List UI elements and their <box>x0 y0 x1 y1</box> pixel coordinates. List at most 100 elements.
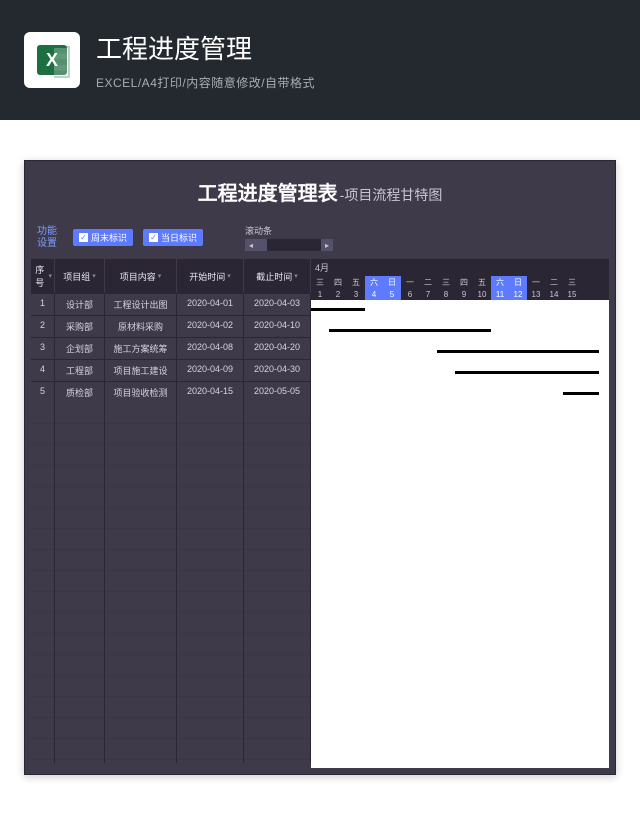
page-header: X 工程进度管理 EXCEL/A4打印/内容随意修改/自带格式 <box>0 0 640 120</box>
scroll-group: 滚动条 ◂ ▸ <box>245 224 333 251</box>
day-cell: 13 <box>527 289 545 300</box>
day-cell: 11 <box>491 289 509 300</box>
cell-start: 2020-04-09 <box>177 360 244 381</box>
controls-row: 功能 设置 ✓周末标识 ✓当日标识 滚动条 ◂ ▸ <box>31 220 609 259</box>
cell-team: 工程部 <box>55 360 105 381</box>
cell-team: 设计部 <box>55 294 105 315</box>
task-table: 序号▾ 项目组▾ 项目内容▾ 开始时间▾ 截止时间▾ 1设计部工程设计出图202… <box>31 259 311 768</box>
cell-start: 2020-04-02 <box>177 316 244 337</box>
dow-cell: 一 <box>527 276 545 289</box>
cell-team: 采购部 <box>55 316 105 337</box>
dow-cell: 一 <box>401 276 419 289</box>
day-cell: 4 <box>365 289 383 300</box>
table-row[interactable]: 1设计部工程设计出图2020-04-012020-04-03 <box>31 293 311 315</box>
cell-content: 项目施工建设 <box>105 360 177 381</box>
cell-end: 2020-05-05 <box>244 382 311 403</box>
dropdown-icon: ▾ <box>158 272 162 280</box>
dropdown-icon: ▾ <box>92 272 96 280</box>
scroll-thumb[interactable] <box>257 239 267 251</box>
col-team[interactable]: 项目组▾ <box>55 259 105 293</box>
dow-cell: 四 <box>455 276 473 289</box>
horizontal-scrollbar[interactable]: ◂ ▸ <box>245 239 333 251</box>
today-marker-label: 当日标识 <box>161 231 197 244</box>
day-cell: 9 <box>455 289 473 300</box>
cell-team: 企划部 <box>55 338 105 359</box>
dropdown-icon: ▾ <box>48 272 52 280</box>
dow-cell: 四 <box>329 276 347 289</box>
col-seq[interactable]: 序号▾ <box>31 259 55 293</box>
spreadsheet: 工程进度管理表-项目流程甘特图 功能 设置 ✓周末标识 ✓当日标识 滚动条 ◂ … <box>24 160 616 775</box>
gantt-chart: 4月 三四五六日一二三四五六日一二三 123456789101112131415 <box>311 259 609 768</box>
cell-start: 2020-04-15 <box>177 382 244 403</box>
scroll-left-icon[interactable]: ◂ <box>245 239 257 251</box>
dow-cell: 三 <box>563 276 581 289</box>
scroll-right-icon[interactable]: ▸ <box>321 239 333 251</box>
table-row[interactable]: 5质检部项目验收检测2020-04-152020-05-05 <box>31 381 311 403</box>
page-subtitle: EXCEL/A4打印/内容随意修改/自带格式 <box>96 74 315 91</box>
cell-end: 2020-04-30 <box>244 360 311 381</box>
day-of-week-row: 三四五六日一二三四五六日一二三 <box>311 276 609 289</box>
cell-content: 施工方案统筹 <box>105 338 177 359</box>
gantt-bar <box>437 350 599 353</box>
col-end[interactable]: 截止时间▾ <box>244 259 311 293</box>
day-cell: 7 <box>419 289 437 300</box>
today-marker-checkbox[interactable]: ✓当日标识 <box>143 229 203 246</box>
col-content[interactable]: 项目内容▾ <box>105 259 177 293</box>
cell-seq: 5 <box>31 382 55 403</box>
table-row[interactable]: 2采购部原材料采购2020-04-022020-04-10 <box>31 315 311 337</box>
cell-content: 原材料采购 <box>105 316 177 337</box>
day-cell: 10 <box>473 289 491 300</box>
gantt-bar <box>311 308 365 311</box>
sheet-title-row: 工程进度管理表-项目流程甘特图 <box>31 167 609 220</box>
month-label: 4月 <box>311 259 609 276</box>
day-cell: 8 <box>437 289 455 300</box>
table-row[interactable]: 4工程部项目施工建设2020-04-092020-04-30 <box>31 359 311 381</box>
dow-cell: 三 <box>437 276 455 289</box>
cell-start: 2020-04-08 <box>177 338 244 359</box>
day-number-row: 123456789101112131415 <box>311 289 609 300</box>
day-cell: 14 <box>545 289 563 300</box>
cell-team: 质检部 <box>55 382 105 403</box>
dropdown-icon: ▾ <box>294 272 298 280</box>
cell-end: 2020-04-03 <box>244 294 311 315</box>
dow-cell: 二 <box>545 276 563 289</box>
cell-end: 2020-04-10 <box>244 316 311 337</box>
scrollbar-label: 滚动条 <box>245 224 333 237</box>
dow-cell: 二 <box>419 276 437 289</box>
dow-cell: 六 <box>365 276 383 289</box>
dropdown-icon: ▾ <box>227 272 231 280</box>
cell-content: 项目验收检测 <box>105 382 177 403</box>
col-start[interactable]: 开始时间▾ <box>177 259 244 293</box>
dow-cell: 五 <box>473 276 491 289</box>
table-row[interactable]: 3企划部施工方案统筹2020-04-082020-04-20 <box>31 337 311 359</box>
cell-end: 2020-04-20 <box>244 338 311 359</box>
dow-cell: 三 <box>311 276 329 289</box>
gantt-bar <box>563 392 599 395</box>
preview-area: 工程进度管理表-项目流程甘特图 功能 设置 ✓周末标识 ✓当日标识 滚动条 ◂ … <box>0 120 640 815</box>
day-cell: 15 <box>563 289 581 300</box>
gantt-body <box>311 300 609 768</box>
gantt-bar <box>455 371 599 374</box>
weekend-marker-label: 周末标识 <box>91 231 127 244</box>
day-cell: 1 <box>311 289 329 300</box>
dow-cell: 日 <box>509 276 527 289</box>
day-cell: 6 <box>401 289 419 300</box>
weekend-marker-checkbox[interactable]: ✓周末标识 <box>73 229 133 246</box>
cell-start: 2020-04-01 <box>177 294 244 315</box>
cell-content: 工程设计出图 <box>105 294 177 315</box>
excel-icon: X <box>24 32 80 88</box>
dow-cell: 六 <box>491 276 509 289</box>
sheet-title: 工程进度管理表 <box>198 183 338 205</box>
day-cell: 5 <box>383 289 401 300</box>
dow-cell: 日 <box>383 276 401 289</box>
cell-seq: 1 <box>31 294 55 315</box>
cell-seq: 3 <box>31 338 55 359</box>
cell-seq: 2 <box>31 316 55 337</box>
empty-rows <box>31 403 311 763</box>
sheet-subtitle: -项目流程甘特图 <box>340 187 443 203</box>
day-cell: 3 <box>347 289 365 300</box>
cell-seq: 4 <box>31 360 55 381</box>
function-settings-label: 功能 设置 <box>37 226 63 250</box>
scroll-track[interactable] <box>257 239 321 251</box>
table-header: 序号▾ 项目组▾ 项目内容▾ 开始时间▾ 截止时间▾ <box>31 259 311 293</box>
